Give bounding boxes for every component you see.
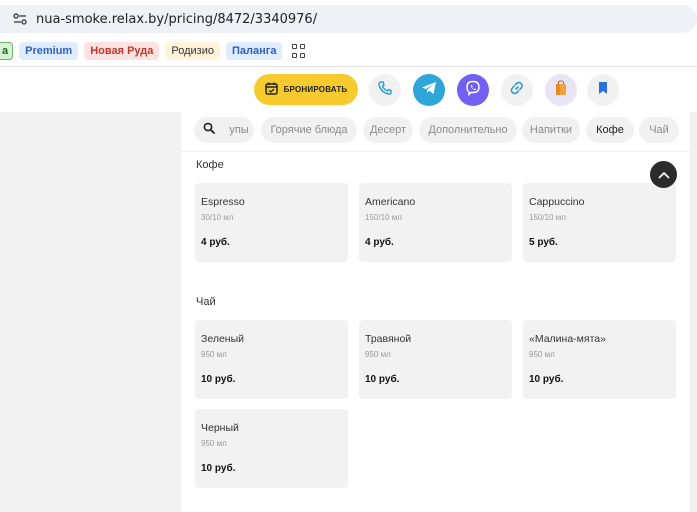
book-button-label: БРОНИРОВАТЬ [283, 85, 348, 94]
scroll-to-top-button[interactable] [650, 161, 677, 188]
menu-item-volume: 150/10 мл [529, 213, 566, 222]
link-button[interactable] [501, 74, 533, 106]
site-header: БРОНИРОВАТЬ [0, 67, 697, 112]
app-button[interactable] [545, 74, 577, 106]
left-margin [0, 112, 181, 512]
menu-item-name: Americano [365, 196, 416, 208]
favorite-button[interactable] [587, 74, 619, 106]
viber-button[interactable] [457, 74, 489, 106]
chevron-up-icon [658, 166, 670, 184]
shopping-bag-icon [554, 79, 568, 101]
bookmark-item[interactable]: Родизио [165, 42, 220, 60]
telegram-icon [421, 81, 437, 100]
menu-item-name: Травяной [365, 333, 412, 345]
viber-icon [465, 80, 481, 101]
menu-item-name: Зеленый [201, 333, 245, 345]
menu-item-card[interactable]: Зеленый 950 мл 10 руб. [195, 320, 348, 399]
menu-item-card[interactable]: Травяной 950 мл 10 руб. [359, 320, 512, 399]
menu-item-name: Cappuccino [529, 196, 585, 208]
menu-item-card[interactable]: «Малина-мята» 950 мл 10 руб. [523, 320, 676, 399]
menu-item-volume: 150/10 мл [365, 213, 402, 222]
bookmark-item[interactable]: а [0, 42, 14, 60]
calendar-check-icon [264, 82, 278, 97]
category-chip[interactable]: Напитки [522, 117, 580, 143]
menu-item-price: 10 руб. [201, 374, 236, 385]
menu-item-volume: 950 мл [201, 439, 227, 448]
url-field[interactable]: nua-smoke.relax.by/pricing/8472/3340976/ [0, 5, 697, 33]
menu-item-price: 5 руб. [529, 237, 558, 248]
phone-button[interactable] [369, 74, 401, 106]
category-nav: упы Горячие блюда Десерт Дополнительно Н… [181, 112, 690, 152]
bookmark-item[interactable]: Новая Руда [84, 42, 160, 60]
menu-item-price: 10 руб. [529, 374, 564, 385]
right-margin [690, 112, 697, 512]
category-chip[interactable]: Десерт [363, 117, 413, 143]
menu-item-price: 4 руб. [201, 237, 230, 248]
telegram-button[interactable] [413, 74, 445, 106]
category-chip[interactable]: упы [224, 117, 254, 143]
menu-item-card[interactable]: Cappuccino 150/10 мл 5 руб. [523, 183, 676, 262]
menu-item-card[interactable]: Espresso 30/10 мл 4 руб. [195, 183, 348, 262]
menu-item-card[interactable]: Черный 950 мл 10 руб. [195, 409, 348, 488]
book-button[interactable]: БРОНИРОВАТЬ [254, 74, 358, 105]
bookmark-icon [597, 81, 609, 100]
menu-item-name: Черный [201, 422, 239, 434]
url-text: nua-smoke.relax.by/pricing/8472/3340976/ [36, 11, 318, 27]
site-settings-icon[interactable] [12, 11, 28, 27]
bookmark-item[interactable]: Premium [19, 42, 79, 60]
browser-address-bar: nua-smoke.relax.by/pricing/8472/3340976/ [0, 0, 697, 38]
category-search-button[interactable] [194, 117, 224, 143]
section-title-tea: Чай [196, 296, 216, 308]
menu-item-card[interactable]: Americano 150/10 мл 4 руб. [359, 183, 512, 262]
category-chip[interactable]: Горячие блюда [261, 117, 357, 143]
menu-item-volume: 30/10 мл [201, 213, 234, 222]
menu-item-price: 10 руб. [201, 463, 236, 474]
search-icon [203, 121, 215, 139]
section-title-coffee: Кофе [196, 159, 224, 171]
menu-item-price: 10 руб. [365, 374, 400, 385]
menu-item-volume: 950 мл [529, 350, 555, 359]
link-icon [510, 81, 524, 100]
category-chip[interactable]: Чай [639, 117, 679, 143]
bookmark-item[interactable]: Паланга [225, 42, 283, 60]
menu-item-price: 4 руб. [365, 237, 394, 248]
category-chip[interactable]: Дополнительно [419, 117, 517, 143]
menu-item-name: Espresso [201, 196, 245, 208]
bookmarks-bar: а Premium Новая Руда Родизио Паланга [0, 38, 697, 64]
category-chip-active[interactable]: Кофе [586, 117, 634, 143]
phone-icon [378, 80, 392, 100]
menu-item-name: «Малина-мята» [529, 333, 606, 345]
apps-grid-icon[interactable] [292, 44, 306, 58]
menu-item-volume: 950 мл [365, 350, 391, 359]
menu-item-volume: 950 мл [201, 350, 227, 359]
